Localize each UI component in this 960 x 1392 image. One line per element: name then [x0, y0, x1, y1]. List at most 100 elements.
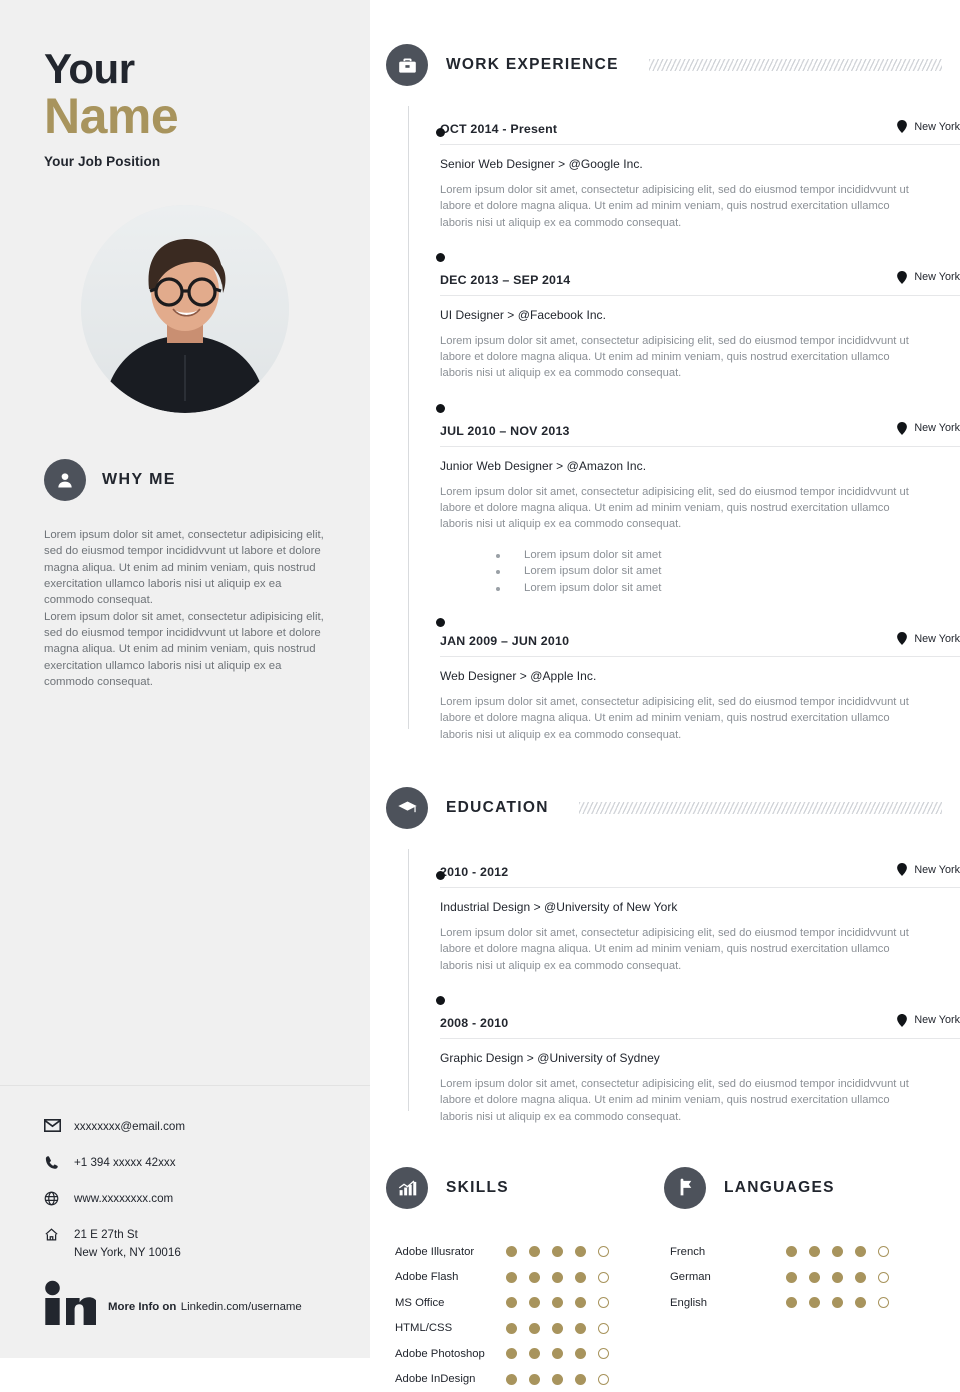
rating-dot-filled[interactable] [506, 1271, 517, 1283]
education-timeline: 2010 - 2012 New York Industrial Design >… [408, 849, 960, 1125]
rating-dot-filled[interactable] [832, 1297, 843, 1309]
work-entry-header: JUL 2010 – NOV 2013 New York [440, 421, 960, 447]
rating-dot-filled[interactable] [575, 1373, 586, 1385]
contact-item-phone[interactable]: +1 394 xxxxx 42xxx [44, 1154, 344, 1172]
rating-dot-filled[interactable] [809, 1297, 820, 1309]
linkedin-block[interactable]: More Info on Linkedin.com/username [44, 1280, 344, 1331]
work-entry-role: UI Designer > @Facebook Inc. [440, 307, 606, 322]
rating-dot-filled[interactable] [786, 1271, 797, 1283]
rating-dot-filled[interactable] [855, 1297, 866, 1309]
work-entry-date: JUL 2010 – NOV 2013 [440, 423, 570, 438]
contact-address-value: 21 E 27th St New York, NY 10016 [74, 1226, 181, 1262]
skill-label: Adobe InDesign [395, 1373, 476, 1386]
work-entry-location: New York [897, 421, 960, 435]
skill-row: Adobe InDesign [370, 1366, 648, 1392]
education-entry: 2008 - 2010 New York Graphic Design > @U… [435, 988, 960, 1125]
education-title: EDUCATION [446, 799, 549, 817]
work-experience-section: WORK EXPERIENCE OCT 2014 - Present New Y… [370, 0, 960, 743]
rating-dot-filled[interactable] [529, 1348, 540, 1360]
rating-dot-filled[interactable] [575, 1271, 586, 1283]
skill-rating[interactable] [506, 1297, 609, 1309]
linkedin-url: Linkedin.com/username [180, 1300, 302, 1313]
rating-dot-filled[interactable] [809, 1271, 820, 1283]
skill-rating[interactable] [506, 1373, 609, 1385]
why-me-header: WHY ME [0, 459, 370, 502]
rating-dot-filled[interactable] [552, 1297, 563, 1309]
education-entry-header: 2008 - 2010 New York [440, 1013, 960, 1039]
work-entry: DEC 2013 – SEP 2014 New York UI Designer… [435, 245, 960, 396]
envelope-icon [44, 1118, 74, 1132]
main-content: WORK EXPERIENCE OCT 2014 - Present New Y… [370, 0, 960, 1385]
languages-section: LANGUAGES French German English [648, 1166, 960, 1392]
profile-photo [81, 205, 289, 414]
rating-dot-empty[interactable] [598, 1322, 609, 1334]
rating-dot-filled[interactable] [575, 1348, 586, 1360]
rating-dot-empty[interactable] [878, 1246, 889, 1258]
rating-dot-empty[interactable] [598, 1373, 609, 1385]
rating-dot-filled[interactable] [529, 1322, 540, 1334]
rating-dot-filled[interactable] [575, 1246, 586, 1258]
rating-dot-empty[interactable] [878, 1271, 889, 1283]
skill-rating[interactable] [506, 1271, 609, 1283]
rating-dot-filled[interactable] [529, 1297, 540, 1309]
rating-dot-filled[interactable] [506, 1373, 517, 1385]
rating-dot-filled[interactable] [506, 1322, 517, 1334]
skill-row: HTML/CSS [370, 1315, 648, 1341]
rating-dot-filled[interactable] [855, 1271, 866, 1283]
skill-label: MS Office [395, 1296, 445, 1309]
work-experience-title: WORK EXPERIENCE [446, 56, 619, 73]
why-me-body: Lorem ipsum dolor sit amet, consectetur … [0, 527, 370, 690]
rating-dot-filled[interactable] [552, 1246, 563, 1258]
rating-dot-filled[interactable] [786, 1246, 797, 1258]
contact-item-address[interactable]: 21 E 27th St New York, NY 10016 [44, 1226, 344, 1262]
contact-address-line2: New York, NY 10016 [74, 1246, 181, 1259]
language-rating[interactable] [786, 1246, 889, 1258]
rating-dot-filled[interactable] [575, 1322, 586, 1334]
language-label: French [670, 1245, 706, 1258]
rating-dot-empty[interactable] [598, 1246, 609, 1258]
rating-dot-filled[interactable] [552, 1373, 563, 1385]
rating-dot-filled[interactable] [552, 1348, 563, 1360]
rating-dot-filled[interactable] [529, 1246, 540, 1258]
skill-rating[interactable] [506, 1246, 609, 1258]
language-rating[interactable] [786, 1297, 889, 1309]
rating-dot-filled[interactable] [529, 1373, 540, 1385]
languages-title: LANGUAGES [724, 1178, 835, 1196]
rating-dot-empty[interactable] [878, 1297, 889, 1309]
rating-dot-filled[interactable] [506, 1297, 517, 1309]
location-pin-icon [897, 421, 908, 435]
rating-dot-filled[interactable] [832, 1246, 843, 1258]
rating-dot-empty[interactable] [598, 1271, 609, 1283]
location-pin-icon [897, 120, 908, 133]
rating-dot-empty[interactable] [598, 1297, 609, 1309]
contact-divider [0, 1085, 370, 1086]
rating-dot-filled[interactable] [506, 1348, 517, 1360]
skill-label: HTML/CSS [395, 1322, 453, 1335]
rating-dot-filled[interactable] [506, 1246, 517, 1258]
rating-dot-filled[interactable] [552, 1271, 563, 1283]
rating-dot-filled[interactable] [855, 1246, 866, 1258]
work-entry-date: JAN 2009 – JUN 2010 [440, 634, 570, 649]
rating-dot-filled[interactable] [575, 1297, 586, 1309]
rating-dot-filled[interactable] [832, 1271, 843, 1283]
education-entry-role: Graphic Design > @University of Sydney [440, 1050, 660, 1065]
why-me-paragraph: Lorem ipsum dolor sit amet, consectetur … [44, 529, 324, 607]
skill-rating[interactable] [506, 1322, 609, 1334]
rating-dot-filled[interactable] [552, 1322, 563, 1334]
rating-dot-filled[interactable] [786, 1297, 797, 1309]
skill-rating[interactable] [506, 1348, 609, 1360]
education-entry-location: New York [897, 863, 960, 877]
skill-label: Adobe Illusrator [395, 1245, 475, 1258]
rating-dot-filled[interactable] [809, 1246, 820, 1258]
rating-dot-empty[interactable] [598, 1348, 609, 1360]
skills-languages-row: SKILLS Adobe Illusrator Adobe Flash MS O… [370, 1125, 960, 1392]
rating-dot-filled[interactable] [529, 1271, 540, 1283]
hatch-decoration [578, 802, 942, 815]
work-experience-header: WORK EXPERIENCE [370, 44, 960, 86]
work-entry-bullet: Lorem ipsum dolor sit amet [496, 547, 960, 564]
contact-item-website[interactable]: www.xxxxxxxx.com [44, 1190, 344, 1208]
contact-item-email[interactable]: xxxxxxxx@email.com [44, 1118, 344, 1136]
contact-phone-value: +1 394 xxxxx 42xxx [74, 1156, 176, 1169]
language-rating[interactable] [786, 1271, 889, 1283]
home-icon [44, 1226, 74, 1242]
